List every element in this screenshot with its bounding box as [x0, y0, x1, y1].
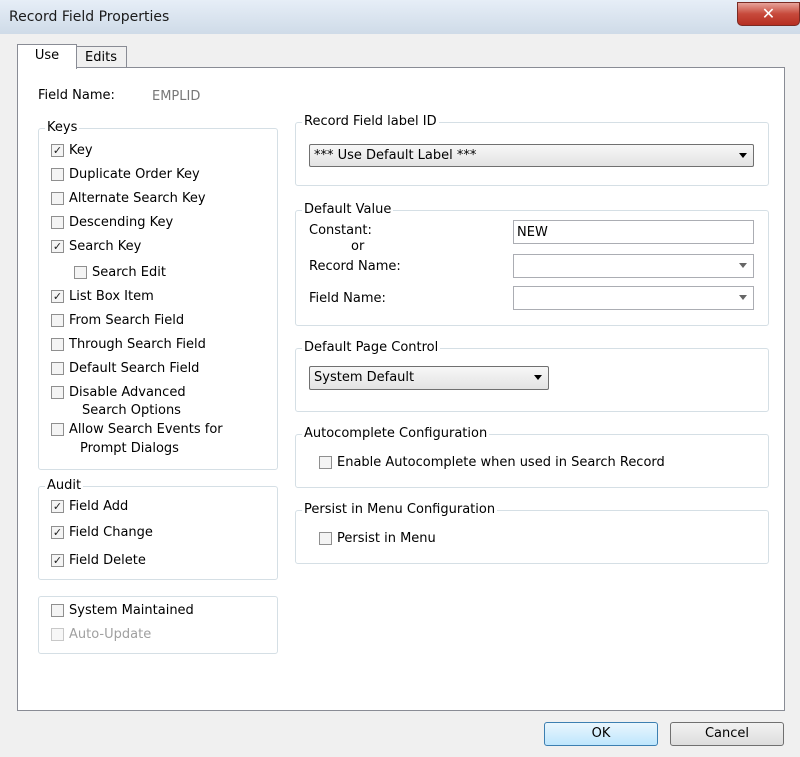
check-icon: ✓: [52, 554, 63, 567]
enable-autocomplete-label: Enable Autocomplete when used in Search …: [337, 455, 665, 470]
tab-use-label: Use: [34, 48, 60, 63]
key-label: Key: [69, 143, 93, 158]
tab-edits[interactable]: Edits: [75, 46, 127, 69]
persist-in-menu-label: Persist in Menu: [337, 531, 436, 546]
check-icon: ✓: [52, 500, 63, 513]
ok-button[interactable]: OK: [544, 722, 658, 746]
tab-use[interactable]: Use: [17, 44, 77, 69]
field-delete-label: Field Delete: [69, 553, 146, 568]
autocomplete-group-title: Autocomplete Configuration: [302, 426, 490, 441]
field-name-label: Field Name:: [38, 88, 115, 103]
duplicate-order-key-checkbox[interactable]: [51, 168, 64, 181]
field-delete-checkbox[interactable]: ✓: [51, 554, 64, 567]
descending-key-checkbox[interactable]: [51, 216, 64, 229]
list-box-item-checkbox[interactable]: ✓: [51, 290, 64, 303]
default-search-field-checkbox[interactable]: [51, 362, 64, 375]
default-field-name-combo[interactable]: [513, 286, 754, 310]
chevron-down-icon: [739, 295, 747, 300]
alternate-search-key-checkbox[interactable]: [51, 192, 64, 205]
duplicate-order-key-label: Duplicate Order Key: [69, 167, 200, 182]
through-search-field-checkbox[interactable]: [51, 338, 64, 351]
field-change-label: Field Change: [69, 525, 153, 540]
check-icon: ✓: [52, 240, 63, 253]
field-change-checkbox[interactable]: ✓: [51, 526, 64, 539]
record-name-label: Record Name:: [309, 259, 401, 274]
disable-advanced-search-label-line2: Search Options: [82, 403, 181, 418]
default-search-field-label: Default Search Field: [69, 361, 200, 376]
enable-autocomplete-checkbox[interactable]: [319, 456, 332, 469]
window-title: Record Field Properties: [9, 9, 170, 25]
persist-group-title: Persist in Menu Configuration: [302, 502, 498, 517]
from-search-field-checkbox[interactable]: [51, 314, 64, 327]
through-search-field-label: Through Search Field: [69, 337, 206, 352]
persist-in-menu-checkbox[interactable]: [319, 532, 332, 545]
check-icon: ✓: [52, 526, 63, 539]
key-checkbox[interactable]: ✓: [51, 144, 64, 157]
descending-key-label: Descending Key: [69, 215, 174, 230]
label-id-dropdown[interactable]: *** Use Default Label ***: [309, 144, 754, 167]
constant-input[interactable]: NEW: [513, 220, 754, 244]
field-name-value: EMPLID: [152, 89, 201, 104]
alternate-search-key-label: Alternate Search Key: [69, 191, 206, 206]
record-name-combo[interactable]: [513, 254, 754, 278]
constant-label: Constant:: [309, 223, 372, 238]
close-icon: ✕: [761, 4, 776, 23]
disable-advanced-search-label: Disable Advanced: [69, 385, 186, 400]
page-control-dropdown[interactable]: System Default: [309, 366, 549, 390]
auto-update-label: Auto-Update: [69, 627, 152, 642]
system-maintained-checkbox[interactable]: [51, 604, 64, 617]
disable-advanced-search-checkbox[interactable]: [51, 386, 64, 399]
tab-edits-label: Edits: [85, 50, 117, 65]
check-icon: ✓: [52, 290, 63, 303]
allow-search-events-label-line2: Prompt Dialogs: [80, 441, 179, 456]
chevron-down-icon: [739, 153, 747, 158]
search-key-checkbox[interactable]: ✓: [51, 240, 64, 253]
close-button[interactable]: ✕: [737, 2, 800, 26]
default-value-group-title: Default Value: [302, 202, 394, 217]
system-maintained-label: System Maintained: [69, 603, 194, 618]
chevron-down-icon: [739, 263, 747, 268]
label-id-dropdown-value: *** Use Default Label ***: [314, 148, 477, 163]
chevron-down-icon: [534, 375, 542, 380]
allow-search-events-label: Allow Search Events for: [69, 422, 223, 437]
constant-input-value: NEW: [517, 225, 548, 240]
audit-group-title: Audit: [45, 478, 84, 493]
field-add-checkbox[interactable]: ✓: [51, 500, 64, 513]
keys-group-title: Keys: [45, 120, 80, 135]
field-add-label: Field Add: [69, 499, 129, 514]
default-field-name-label: Field Name:: [309, 291, 386, 306]
title-bar: Record Field Properties ✕: [0, 0, 800, 35]
page-control-group-title: Default Page Control: [302, 340, 441, 355]
or-label: or: [351, 239, 365, 254]
allow-search-events-checkbox[interactable]: [51, 423, 64, 436]
auto-update-checkbox: [51, 628, 64, 641]
list-box-item-label: List Box Item: [69, 289, 154, 304]
search-edit-checkbox[interactable]: [74, 266, 87, 279]
label-id-group-title: Record Field label ID: [302, 114, 439, 129]
from-search-field-label: From Search Field: [69, 313, 185, 328]
search-edit-label: Search Edit: [92, 265, 166, 280]
page-control-dropdown-value: System Default: [314, 370, 415, 385]
check-icon: ✓: [52, 144, 63, 157]
cancel-button[interactable]: Cancel: [670, 722, 784, 746]
search-key-label: Search Key: [69, 239, 142, 254]
